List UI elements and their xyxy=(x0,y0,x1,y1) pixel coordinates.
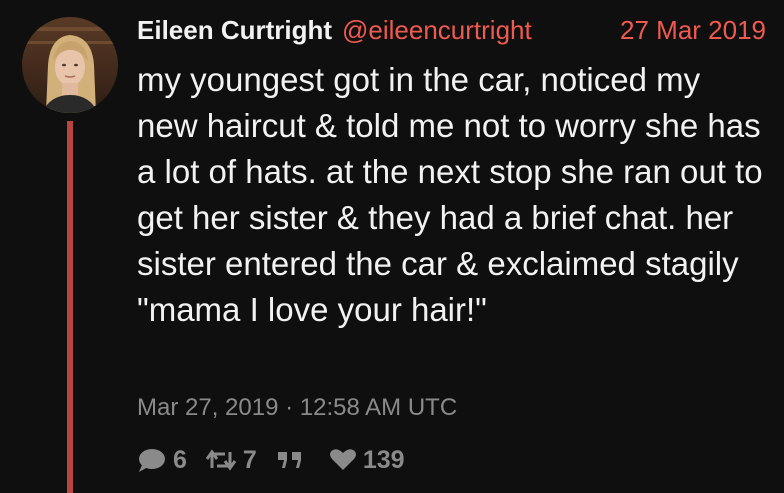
reply-stat[interactable]: 6 xyxy=(137,446,187,475)
tweet-header: Eileen Curtright @eileencurtright 27 Mar… xyxy=(137,13,766,47)
like-count: 139 xyxy=(362,445,405,474)
quote-icon xyxy=(277,452,301,468)
fullname[interactable]: Eileen Curtright xyxy=(137,13,332,47)
avatar[interactable] xyxy=(22,17,118,113)
reply-count: 6 xyxy=(173,445,187,474)
username[interactable]: @eileencurtright xyxy=(342,13,532,47)
tweet-stats: 6 7 139 xyxy=(137,442,423,478)
tweet-text: my youngest got in the car, noticed my n… xyxy=(137,61,763,328)
thread-line xyxy=(67,121,73,493)
heart-icon xyxy=(329,449,356,470)
tweet-timestamp: Mar 27, 2019 · 12:58 AM UTC xyxy=(137,394,458,421)
avatar-image xyxy=(22,17,118,113)
retweet-stat[interactable]: 7 xyxy=(205,446,257,475)
retweet-arrows-icon xyxy=(205,449,237,471)
like-stat[interactable]: 139 xyxy=(329,446,405,475)
retweet-count: 7 xyxy=(242,445,257,474)
quote-stat[interactable] xyxy=(275,449,311,471)
speech-bubble-icon xyxy=(139,449,165,472)
tweet-date[interactable]: 27 Mar 2019 xyxy=(620,13,766,47)
tweet: Eileen Curtright @eileencurtright 27 Mar… xyxy=(0,0,784,493)
